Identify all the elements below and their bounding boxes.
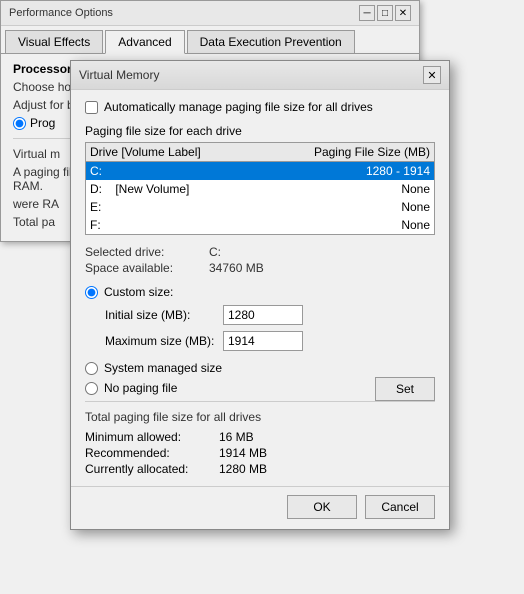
total-grid: Minimum allowed: 16 MB Recommended: 1914… — [85, 430, 435, 476]
total-paging-section: Total paging file size for all drives Mi… — [85, 401, 435, 476]
sys-managed-radio[interactable] — [85, 362, 98, 375]
max-size-row: Maximum size (MB): — [105, 331, 435, 351]
close-button[interactable]: ✕ — [395, 5, 411, 21]
min-allowed-label: Minimum allowed: — [85, 430, 215, 444]
recommended-label: Recommended: — [85, 446, 215, 460]
other-radio-options: System managed size No paging file — [85, 361, 222, 401]
auto-manage-label: Automatically manage paging file size fo… — [104, 100, 373, 114]
vm-body: Automatically manage paging file size fo… — [71, 90, 449, 486]
prog-radio[interactable] — [13, 117, 26, 130]
sys-managed-radio-row: System managed size — [85, 361, 222, 375]
drive-c-label: C: — [90, 164, 230, 178]
auto-manage-row: Automatically manage paging file size fo… — [85, 100, 435, 114]
dialog-footer: OK Cancel — [71, 486, 449, 529]
drive-f-paging: None — [230, 218, 430, 232]
max-size-input[interactable] — [223, 331, 303, 351]
selected-drive-label: Selected drive: — [85, 245, 205, 259]
col-drive-header: Drive [Volume Label] — [90, 145, 230, 159]
tab-data-execution[interactable]: Data Execution Prevention — [187, 30, 355, 53]
perf-titlebar: Performance Options ─ □ ✕ — [1, 1, 419, 26]
custom-size-radio-row: Custom size: — [85, 285, 435, 299]
paging-section-label: Paging file size for each drive — [85, 124, 435, 138]
drive-d-label: D: [New Volume] — [90, 182, 230, 196]
total-section-title: Total paging file size for all drives — [85, 410, 435, 424]
col-paging-header: Paging File Size (MB) — [230, 145, 430, 159]
min-allowed-value: 16 MB — [219, 430, 435, 444]
currently-allocated-label: Currently allocated: — [85, 462, 215, 476]
space-available-value: 34760 MB — [209, 261, 435, 275]
drive-row-d[interactable]: D: [New Volume] None — [86, 180, 434, 198]
recommended-value: 1914 MB — [219, 446, 435, 460]
prog-radio-label: Prog — [30, 116, 55, 130]
vm-dialog-title: Virtual Memory — [79, 68, 159, 82]
drive-row-c[interactable]: C: 1280 - 1914 — [86, 162, 434, 180]
drive-row-f[interactable]: F: None — [86, 216, 434, 234]
ok-button[interactable]: OK — [287, 495, 357, 519]
custom-size-label: Custom size: — [104, 285, 173, 299]
drive-row-e[interactable]: E: None — [86, 198, 434, 216]
sys-managed-section: System managed size No paging file Set — [85, 361, 435, 401]
tab-visual-effects[interactable]: Visual Effects — [5, 30, 103, 53]
initial-size-input[interactable] — [223, 305, 303, 325]
size-radio-group: Custom size: Initial size (MB): Maximum … — [85, 285, 435, 351]
drive-c-paging: 1280 - 1914 — [230, 164, 430, 178]
drive-d-paging: None — [230, 182, 430, 196]
perf-window-title: Performance Options — [9, 7, 113, 19]
drive-f-label: F: — [90, 218, 230, 232]
no-paging-radio-row: No paging file — [85, 381, 222, 395]
cancel-button[interactable]: Cancel — [365, 495, 435, 519]
vm-close-button[interactable]: ✕ — [423, 66, 441, 84]
currently-allocated-value: 1280 MB — [219, 462, 435, 476]
space-available-label: Space available: — [85, 261, 205, 275]
drive-table: Drive [Volume Label] Paging File Size (M… — [85, 142, 435, 235]
maximize-button[interactable]: □ — [377, 5, 393, 21]
sys-managed-label: System managed size — [104, 361, 222, 375]
max-size-label: Maximum size (MB): — [105, 334, 215, 348]
no-paging-radio[interactable] — [85, 382, 98, 395]
set-button[interactable]: Set — [375, 377, 435, 401]
no-paging-label: No paging file — [104, 381, 177, 395]
selected-drive-value: C: — [209, 245, 435, 259]
minimize-button[interactable]: ─ — [359, 5, 375, 21]
custom-size-radio[interactable] — [85, 286, 98, 299]
drive-table-header: Drive [Volume Label] Paging File Size (M… — [86, 143, 434, 162]
initial-size-label: Initial size (MB): — [105, 308, 215, 322]
drive-e-label: E: — [90, 200, 230, 214]
virtual-memory-dialog: Virtual Memory ✕ Automatically manage pa… — [70, 60, 450, 530]
initial-size-row: Initial size (MB): — [105, 305, 435, 325]
perf-tabs: Visual Effects Advanced Data Execution P… — [1, 26, 419, 54]
vm-titlebar: Virtual Memory ✕ — [71, 61, 449, 90]
selected-drive-info: Selected drive: C: Space available: 3476… — [85, 245, 435, 275]
titlebar-controls: ─ □ ✕ — [359, 5, 411, 21]
auto-manage-checkbox[interactable] — [85, 101, 98, 114]
tab-advanced[interactable]: Advanced — [105, 30, 184, 54]
drive-e-paging: None — [230, 200, 430, 214]
